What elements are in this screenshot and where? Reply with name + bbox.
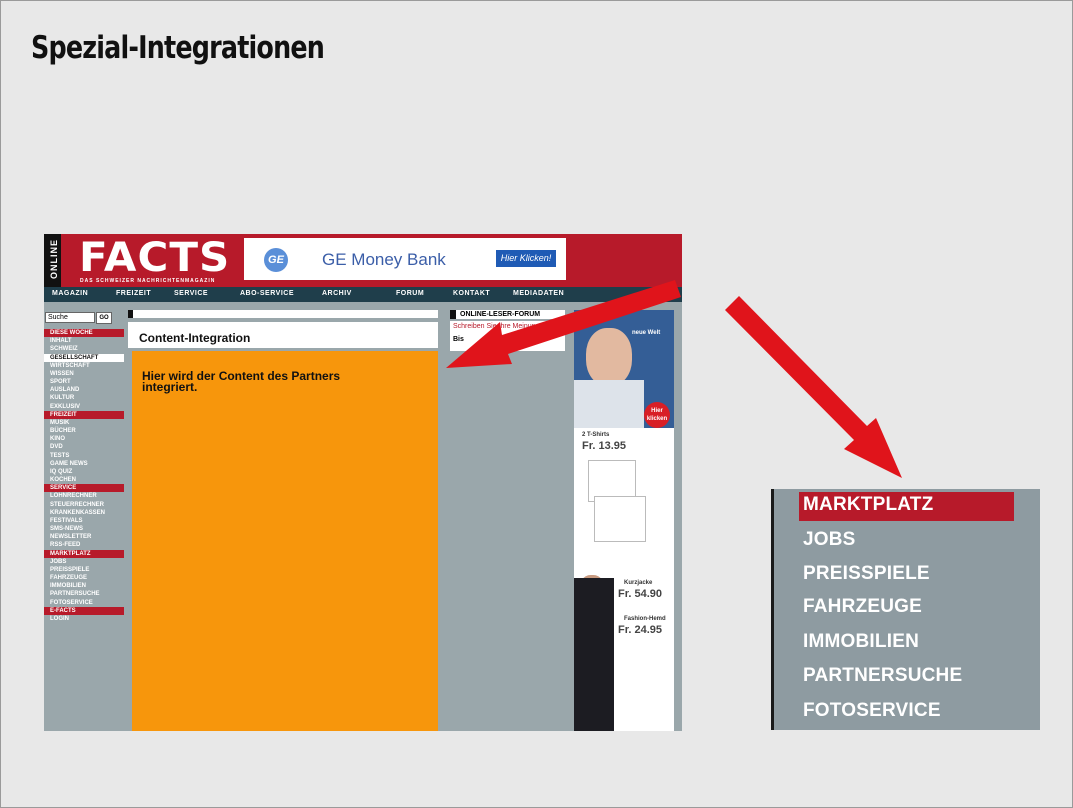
sidebar-item[interactable]: FOTOSERVICE [44,599,124,607]
nav-item-abo-service[interactable]: ABO-SERVICE [240,290,294,297]
sidebar-item[interactable]: PARTNERSUCHE [44,590,124,598]
sidebar-item[interactable]: FESTIVALS [44,517,124,525]
forum-title: ONLINE-LESER-FORUM [450,310,565,319]
jacket-label: Kurzjacke [624,580,653,586]
sidebar-item[interactable]: PREISSPIELE [44,566,124,574]
sidebar-item[interactable]: GAME NEWS [44,460,124,468]
sidebar-section-header[interactable]: MARKTPLATZ [44,549,124,558]
man2-photo [574,578,614,731]
nav-item-kontakt[interactable]: KONTAKT [453,290,490,297]
man-photo [586,328,632,386]
slide-title: Spezial-Integrationen [31,30,325,66]
main-nav: MAGAZIN FREIZEIT SERVICE ABO-SERVICE ARCHIV F… [44,287,682,302]
sidebar-item[interactable]: MUSIK [44,419,124,427]
sidebar-item[interactable]: WISSEN [44,370,124,378]
sidebar-item[interactable]: KULTUR [44,394,124,402]
facts-logo[interactable]: FACTS [79,235,230,281]
tshirt-image-2 [594,496,646,542]
sidebar-item[interactable]: JOBS [44,558,124,566]
nav-item-forum[interactable]: FORUM [396,290,424,297]
sidebar-item[interactable]: AUSLAND [44,386,124,394]
partner-content-area: Hier wird der Content des Partners integ… [132,351,438,731]
zoom-menu-item[interactable]: IMMOBILIEN [803,631,919,653]
sidebar-item[interactable]: KINO [44,435,124,443]
sidebar-section-header[interactable]: FREIZEIT [44,410,124,419]
logo-tagline: DAS SCHWEIZER NACHRICHTENMAGAZIN [80,278,216,284]
sidebar-item[interactable]: KRANKENKASSEN [44,509,124,517]
search-input[interactable]: Suche [45,312,95,323]
sidebar-item[interactable]: IQ QUIZ [44,468,124,476]
sidebar-item[interactable]: WIRTSCHAFT [44,362,124,370]
site-header: ONLINE FACTS DAS SCHWEIZER NACHRICHTENMA… [44,234,682,287]
website-screenshot: ONLINE FACTS DAS SCHWEIZER NACHRICHTENMA… [44,234,682,731]
forum-link[interactable]: Schreiben Sie Ihre Meinung [453,323,539,330]
zoom-menu-item[interactable]: PREISSPIELE [803,563,930,585]
shirt-price: Fr. 24.95 [618,624,663,636]
forum-partial-text: Bis [453,336,464,343]
tshirt-price: Fr. 13.95 [582,440,627,452]
zoom-menu-item[interactable]: JOBS [803,529,856,551]
sidebar-item[interactable]: GESELLSCHAFT [44,353,124,362]
jacket-price: Fr. 54.90 [618,588,663,600]
ad-text: GE Money Bank [322,250,446,269]
sidebar-item[interactable]: LOHNRECHNER [44,492,124,500]
nav-item-service[interactable]: SERVICE [174,290,208,297]
sidebar-item[interactable]: SCHWEIZ [44,345,124,353]
tshirt-label: 2 T-Shirts [582,432,610,438]
shirt-label: Fashion-Hemd [624,616,666,622]
sidebar-section-header[interactable]: DIESE WOCHE [44,329,124,337]
nav-item-magazin[interactable]: MAGAZIN [52,290,88,297]
zoom-menu-item[interactable]: FOTOSERVICE [803,700,941,722]
sidebar-section-header[interactable]: E-FACTS [44,606,124,615]
ge-logo-icon: GE [264,248,288,272]
sidebar-item[interactable]: LOGIN [44,615,124,623]
sidebar-section-header[interactable]: SERVICE [44,484,124,493]
sidebar-item[interactable]: TESTS [44,452,124,460]
online-strip: ONLINE [44,234,61,287]
nav-item-archiv[interactable]: ARCHIV [322,290,352,297]
content-title: Content-Integration [139,331,251,345]
zoom-menu-item[interactable]: FAHRZEUGE [803,596,922,618]
zoom-menu-item[interactable]: MARKTPLATZ [803,494,933,516]
sidebar-item[interactable]: KOCHEN [44,476,124,484]
sidebar-item[interactable]: EXKLUSIV [44,403,124,411]
sidebar-item[interactable]: RSS-FEED [44,541,124,549]
sidebar-item[interactable]: STEUERRECHNER [44,501,124,509]
content-top-bar [128,310,438,318]
zoomed-marktplatz-menu: MARKTPLATZ JOBS PREISSPIELE FAHRZEUGE IMMOBI… [771,489,1040,730]
forum-box: Schreiben Sie Ihre Meinung Bis [450,321,565,351]
zoom-menu-item[interactable]: PARTNERSUCHE [803,665,962,687]
search-go-button[interactable]: GO [96,312,112,324]
hier-klicken-badge[interactable]: Hier klicken [644,402,670,428]
sidebar-item[interactable]: BÜCHER [44,427,124,435]
sidebar-item[interactable]: NEWSLETTER [44,533,124,541]
nav-item-mediadaten[interactable]: MEDIADATEN [513,290,564,297]
sky-ad-top-text: neue Welt [632,330,661,336]
content-title-box: Content-Integration [128,322,438,348]
partner-content-text: Hier wird der Content des Partners integ… [142,369,341,394]
sidebar-item[interactable]: SMS-NEWS [44,525,124,533]
ad-banner[interactable]: GE GE Money Bank Hier Klicken! [244,238,566,280]
shirt-photo [574,380,644,428]
sidebar-item[interactable]: SPORT [44,378,124,386]
sidebar-item[interactable]: IMMOBILIEN [44,582,124,590]
ad-click-button[interactable]: Hier Klicken! [496,250,556,267]
sidebar-item[interactable]: INHALT [44,337,124,345]
sidebar-item[interactable]: FAHRZEUGE [44,574,124,582]
sidebar-item[interactable]: DVD [44,443,124,451]
nav-item-freizeit[interactable]: FREIZEIT [116,290,151,297]
skyscraper-ad[interactable]: neue Welt Hier klicken 2 T-Shirts Fr. 13… [574,310,674,731]
sky-ad-photo: neue Welt Hier klicken [574,310,674,428]
